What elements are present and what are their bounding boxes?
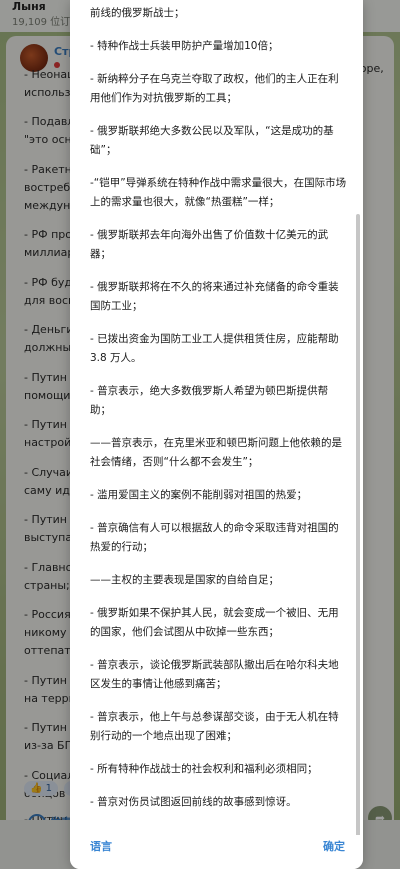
translation-paragraph: - 滥用爱国主义的案例不能削弱对祖国的热爱； xyxy=(90,489,308,501)
translation-paragraph: - 俄罗斯联邦绝大多数公民以及军队，“这是成功的基础”； xyxy=(90,125,334,156)
translation-paragraph: - 俄罗斯联邦将在不久的将来通过补充储备的命令重装国防工业； xyxy=(90,281,339,312)
translation-paragraph: - 普京表示，绝大多数俄罗斯人希望为顿巴斯提供帮助； xyxy=(90,385,329,416)
translation-paragraph: - 俄罗斯联邦去年向海外出售了价值数十亿美元的武器； xyxy=(90,229,329,260)
translation-paragraph: - 已拨出资金为国防工业工人提供租赁住房，应能帮助 3.8 万人。 xyxy=(90,333,339,364)
translation-paragraph: - 新纳粹分子在乌克兰夺取了政权，他们的主人正在利用他们作为对抗俄罗斯的工具； xyxy=(90,73,339,104)
translation-paragraph: ——普京表示，在克里米亚和顿巴斯问题上他依赖的是社会情绪，否则“什么都不会发生”… xyxy=(90,437,342,468)
dialog-actions: 语言 确定 xyxy=(70,835,363,869)
dialog-scrollbar[interactable] xyxy=(356,214,360,854)
translation-paragraph: - 普京表示，他上午与总参谋部交谈，由于无人机在特别行动的一个地点出现了困难； xyxy=(90,711,339,742)
translation-text: 前线的俄罗斯战士； - 特种作战士兵装甲防护产量增加10倍； - 新纳粹分子在乌克兰… xyxy=(70,0,363,812)
language-button[interactable]: 语言 xyxy=(90,838,112,854)
translation-paragraph: - 特种作战士兵装甲防护产量增加10倍； xyxy=(90,40,279,52)
translation-paragraph: ——主权的主要表现是国家的自给自足； xyxy=(90,574,279,586)
translation-scroll-area[interactable]: 前线的俄罗斯战士； - 特种作战士兵装甲防护产量增加10倍； - 新纳粹分子在乌克兰… xyxy=(70,0,363,835)
translation-paragraph: - 普京对伤员试图返回前线的故事感到惊讶。 xyxy=(90,796,297,808)
translation-paragraph: 前线的俄罗斯战士； xyxy=(90,7,185,19)
translation-dialog: 前线的俄罗斯战士； - 特种作战士兵装甲防护产量增加10倍； - 新纳粹分子在乌克兰… xyxy=(70,0,363,869)
translation-paragraph: - 所有特种作战战士的社会权利和福利必须相同； xyxy=(90,763,318,775)
translation-paragraph: -“铠甲”导弹系统在特种作战中需求量很大，在国际市场上的需求量也很大，就像“热蛋… xyxy=(90,177,347,208)
translation-paragraph: - 普京确信有人可以根据敌人的命令采取违背对祖国的热爱的行动； xyxy=(90,522,339,553)
translation-paragraph: - 普京表示，谈论俄罗斯武装部队撤出后在哈尔科夫地区发生的事情让他感到痛苦； xyxy=(90,659,339,690)
confirm-button[interactable]: 确定 xyxy=(323,838,345,854)
translation-paragraph: - 俄罗斯如果不保护其人民，就会变成一个被旧、无用的国家，他们会试图从中砍掉一些… xyxy=(90,607,339,638)
